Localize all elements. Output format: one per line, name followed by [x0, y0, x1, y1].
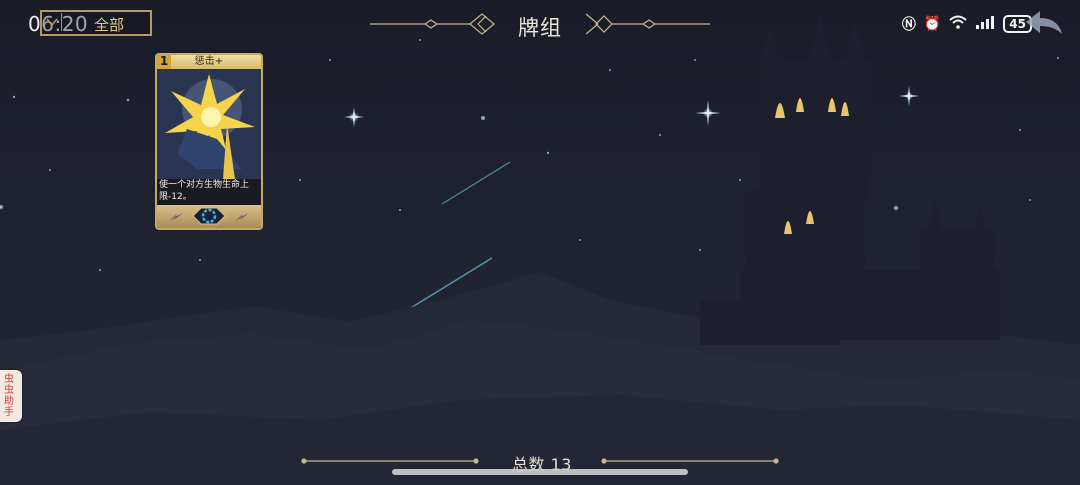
- lightning-icon: [169, 213, 183, 221]
- assistant-label[interactable]: 虫虫助手: [4, 374, 16, 418]
- card-cost: 1: [157, 55, 171, 69]
- page-title: 牌组: [518, 16, 562, 40]
- deck-card[interactable]: 惩击+ 1 使一个对方生物生命上限-12。: [155, 53, 263, 230]
- chevron-down-icon[interactable]: [43, 13, 62, 31]
- home-indicator[interactable]: [392, 469, 688, 475]
- alarm-icon: ⏰: [923, 16, 942, 32]
- status-icons: Ⓝ ⏰ 45: [902, 14, 1032, 34]
- nfc-icon: Ⓝ: [901, 17, 916, 33]
- card-name: 惩击+: [194, 56, 224, 67]
- filter-label: 全部: [94, 16, 125, 34]
- back-arrow-icon: [1026, 11, 1062, 34]
- wifi-icon: [949, 15, 967, 33]
- back-button[interactable]: [1022, 8, 1066, 38]
- card-footer: [157, 205, 261, 228]
- signal-icon: [975, 15, 995, 33]
- card-description: 使一个对方生物生命上限-12。: [159, 180, 250, 202]
- card-artwork: [157, 69, 261, 179]
- lightning-icon: [235, 213, 249, 221]
